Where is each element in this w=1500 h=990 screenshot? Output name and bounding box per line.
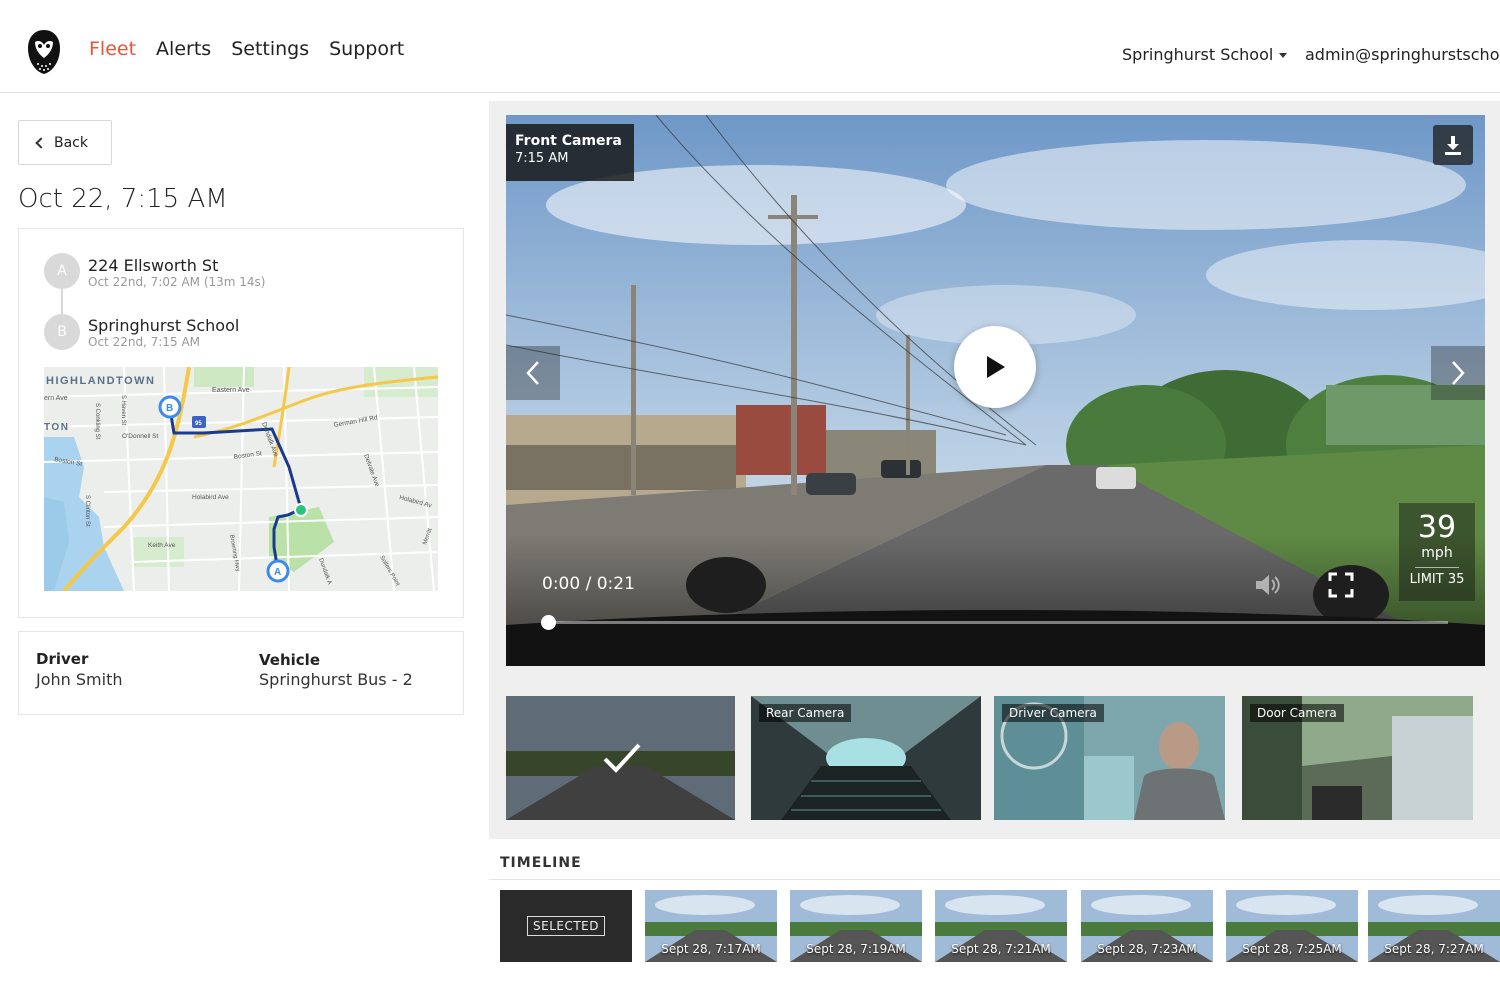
timeline-item-label: Sept 28, 7:17AM — [661, 942, 761, 956]
org-switcher[interactable]: Springhurst School — [1122, 45, 1288, 64]
caret-down-icon — [1279, 53, 1288, 58]
nav-settings[interactable]: Settings — [231, 38, 309, 60]
speed-divider — [1415, 567, 1459, 568]
timeline-item-label: Sept 28, 7:25AM — [1242, 942, 1342, 956]
next-camera-button[interactable] — [1431, 346, 1485, 400]
fullscreen-icon[interactable] — [1328, 572, 1354, 598]
map-canvas: HIGHLANDTOWN Eastern Ave ern Ave S Haven… — [44, 367, 438, 591]
stop-a-name: 224 Ellsworth St — [88, 256, 219, 275]
top-header: Fleet Alerts Settings Support Springhurs… — [0, 0, 1500, 93]
nav-alerts[interactable]: Alerts — [156, 38, 211, 60]
map-label: 95 — [195, 421, 202, 427]
thumb-label: Driver Camera — [1002, 704, 1104, 722]
camera-thumb-driver[interactable]: Driver Camera — [994, 696, 1225, 820]
seek-handle[interactable] — [540, 615, 556, 630]
map-label: S Clinton St — [84, 495, 90, 527]
stop-a-time: Oct 22nd, 7:02 AM (13m 14s) — [88, 275, 266, 289]
timeline-item[interactable]: Sept 28, 7:17AM — [645, 890, 777, 962]
download-button[interactable] — [1433, 125, 1473, 165]
marker-b-label: B — [166, 403, 173, 414]
map-label: O'Donnell St — [122, 433, 158, 440]
trip-title: Oct 22, 7:15 AM — [18, 184, 228, 214]
nav-support[interactable]: Support — [329, 38, 404, 60]
timeline-item-label: Sept 28, 7:27AM — [1384, 942, 1484, 956]
timeline-item[interactable]: Sept 28, 7:27AM — [1368, 890, 1500, 962]
vehicle-name: Springhurst Bus - 2 — [259, 670, 413, 689]
seek-bar[interactable] — [548, 621, 1448, 624]
timeline-item-label: Sept 28, 7:23AM — [1097, 942, 1197, 956]
stop-b-name: Springhurst School — [88, 316, 240, 335]
vehicle-label: Vehicle — [259, 651, 320, 669]
speed-value: 39 — [1417, 510, 1457, 545]
owl-logo-icon[interactable] — [26, 28, 62, 76]
timeline-item[interactable]: Sept 28, 7:19AM — [790, 890, 922, 962]
chevron-right-icon — [1452, 361, 1465, 385]
map-label: Keith Ave — [148, 542, 176, 549]
timeline-item-label: Sept 28, 7:19AM — [806, 942, 906, 956]
back-label: Back — [54, 134, 88, 151]
timeline-item-label: Sept 28, 7:21AM — [951, 942, 1051, 956]
org-name: Springhurst School — [1122, 45, 1274, 64]
camera-thumb-door[interactable]: Door Camera — [1242, 696, 1473, 820]
camera-thumb-rear[interactable]: Rear Camera — [751, 696, 981, 820]
chevron-left-icon — [526, 361, 539, 385]
play-button[interactable] — [954, 326, 1036, 408]
marker-a-label: A — [274, 567, 281, 578]
speed-limit: LIMIT 35 — [1409, 572, 1465, 587]
time-display: 0:00 / 0:21 — [542, 574, 635, 594]
volume-icon[interactable] — [1252, 570, 1282, 600]
previous-camera-button[interactable] — [506, 346, 560, 400]
camera-time: 7:15 AM — [515, 151, 569, 166]
selected-badge: SELECTED — [527, 916, 605, 936]
driver-name: John Smith — [36, 670, 123, 689]
timeline-item-selected[interactable]: SELECTED — [500, 890, 632, 962]
play-icon — [987, 356, 1005, 378]
speed-indicator: 39 mph LIMIT 35 — [1399, 503, 1475, 601]
timeline-item[interactable]: Sept 28, 7:25AM — [1226, 890, 1358, 962]
map-label: ern Ave — [44, 395, 68, 402]
timeline-item[interactable]: Sept 28, 7:21AM — [935, 890, 1067, 962]
map-label: Holabird Ave — [192, 494, 229, 501]
timeline-heading: TIMELINE — [500, 855, 582, 871]
user-email[interactable]: admin@springhurstschool — [1305, 45, 1500, 64]
map-label: TON — [44, 422, 69, 433]
thumb-label: Rear Camera — [759, 704, 852, 722]
check-icon — [603, 743, 641, 773]
camera-thumb-front[interactable] — [506, 696, 735, 820]
route-map[interactable]: HIGHLANDTOWN Eastern Ave ern Ave S Haven… — [44, 367, 438, 591]
back-button[interactable]: Back — [18, 120, 112, 165]
driver-label: Driver — [36, 650, 89, 668]
map-label: Eastern Ave — [212, 387, 250, 394]
thumb-label: Door Camera — [1250, 704, 1344, 722]
main-nav: Fleet Alerts Settings Support — [89, 38, 404, 60]
speed-unit: mph — [1421, 545, 1453, 561]
stop-badge-a: A — [44, 253, 80, 289]
map-label: HIGHLANDTOWN — [46, 375, 155, 387]
current-position-icon — [294, 503, 308, 517]
chevron-left-icon — [35, 136, 47, 149]
timeline-item[interactable]: Sept 28, 7:23AM — [1081, 890, 1213, 962]
nav-fleet[interactable]: Fleet — [89, 38, 136, 60]
map-label: S Conkling St — [94, 403, 100, 440]
timeline-divider — [489, 879, 1500, 880]
stop-badge-b: B — [44, 314, 80, 350]
stop-b-time: Oct 22nd, 7:15 AM — [88, 335, 201, 349]
map-label: S Haven St — [120, 395, 126, 426]
camera-label: Front Camera 7:15 AM — [506, 124, 634, 181]
camera-name: Front Camera — [515, 133, 622, 149]
download-icon — [1445, 136, 1461, 155]
